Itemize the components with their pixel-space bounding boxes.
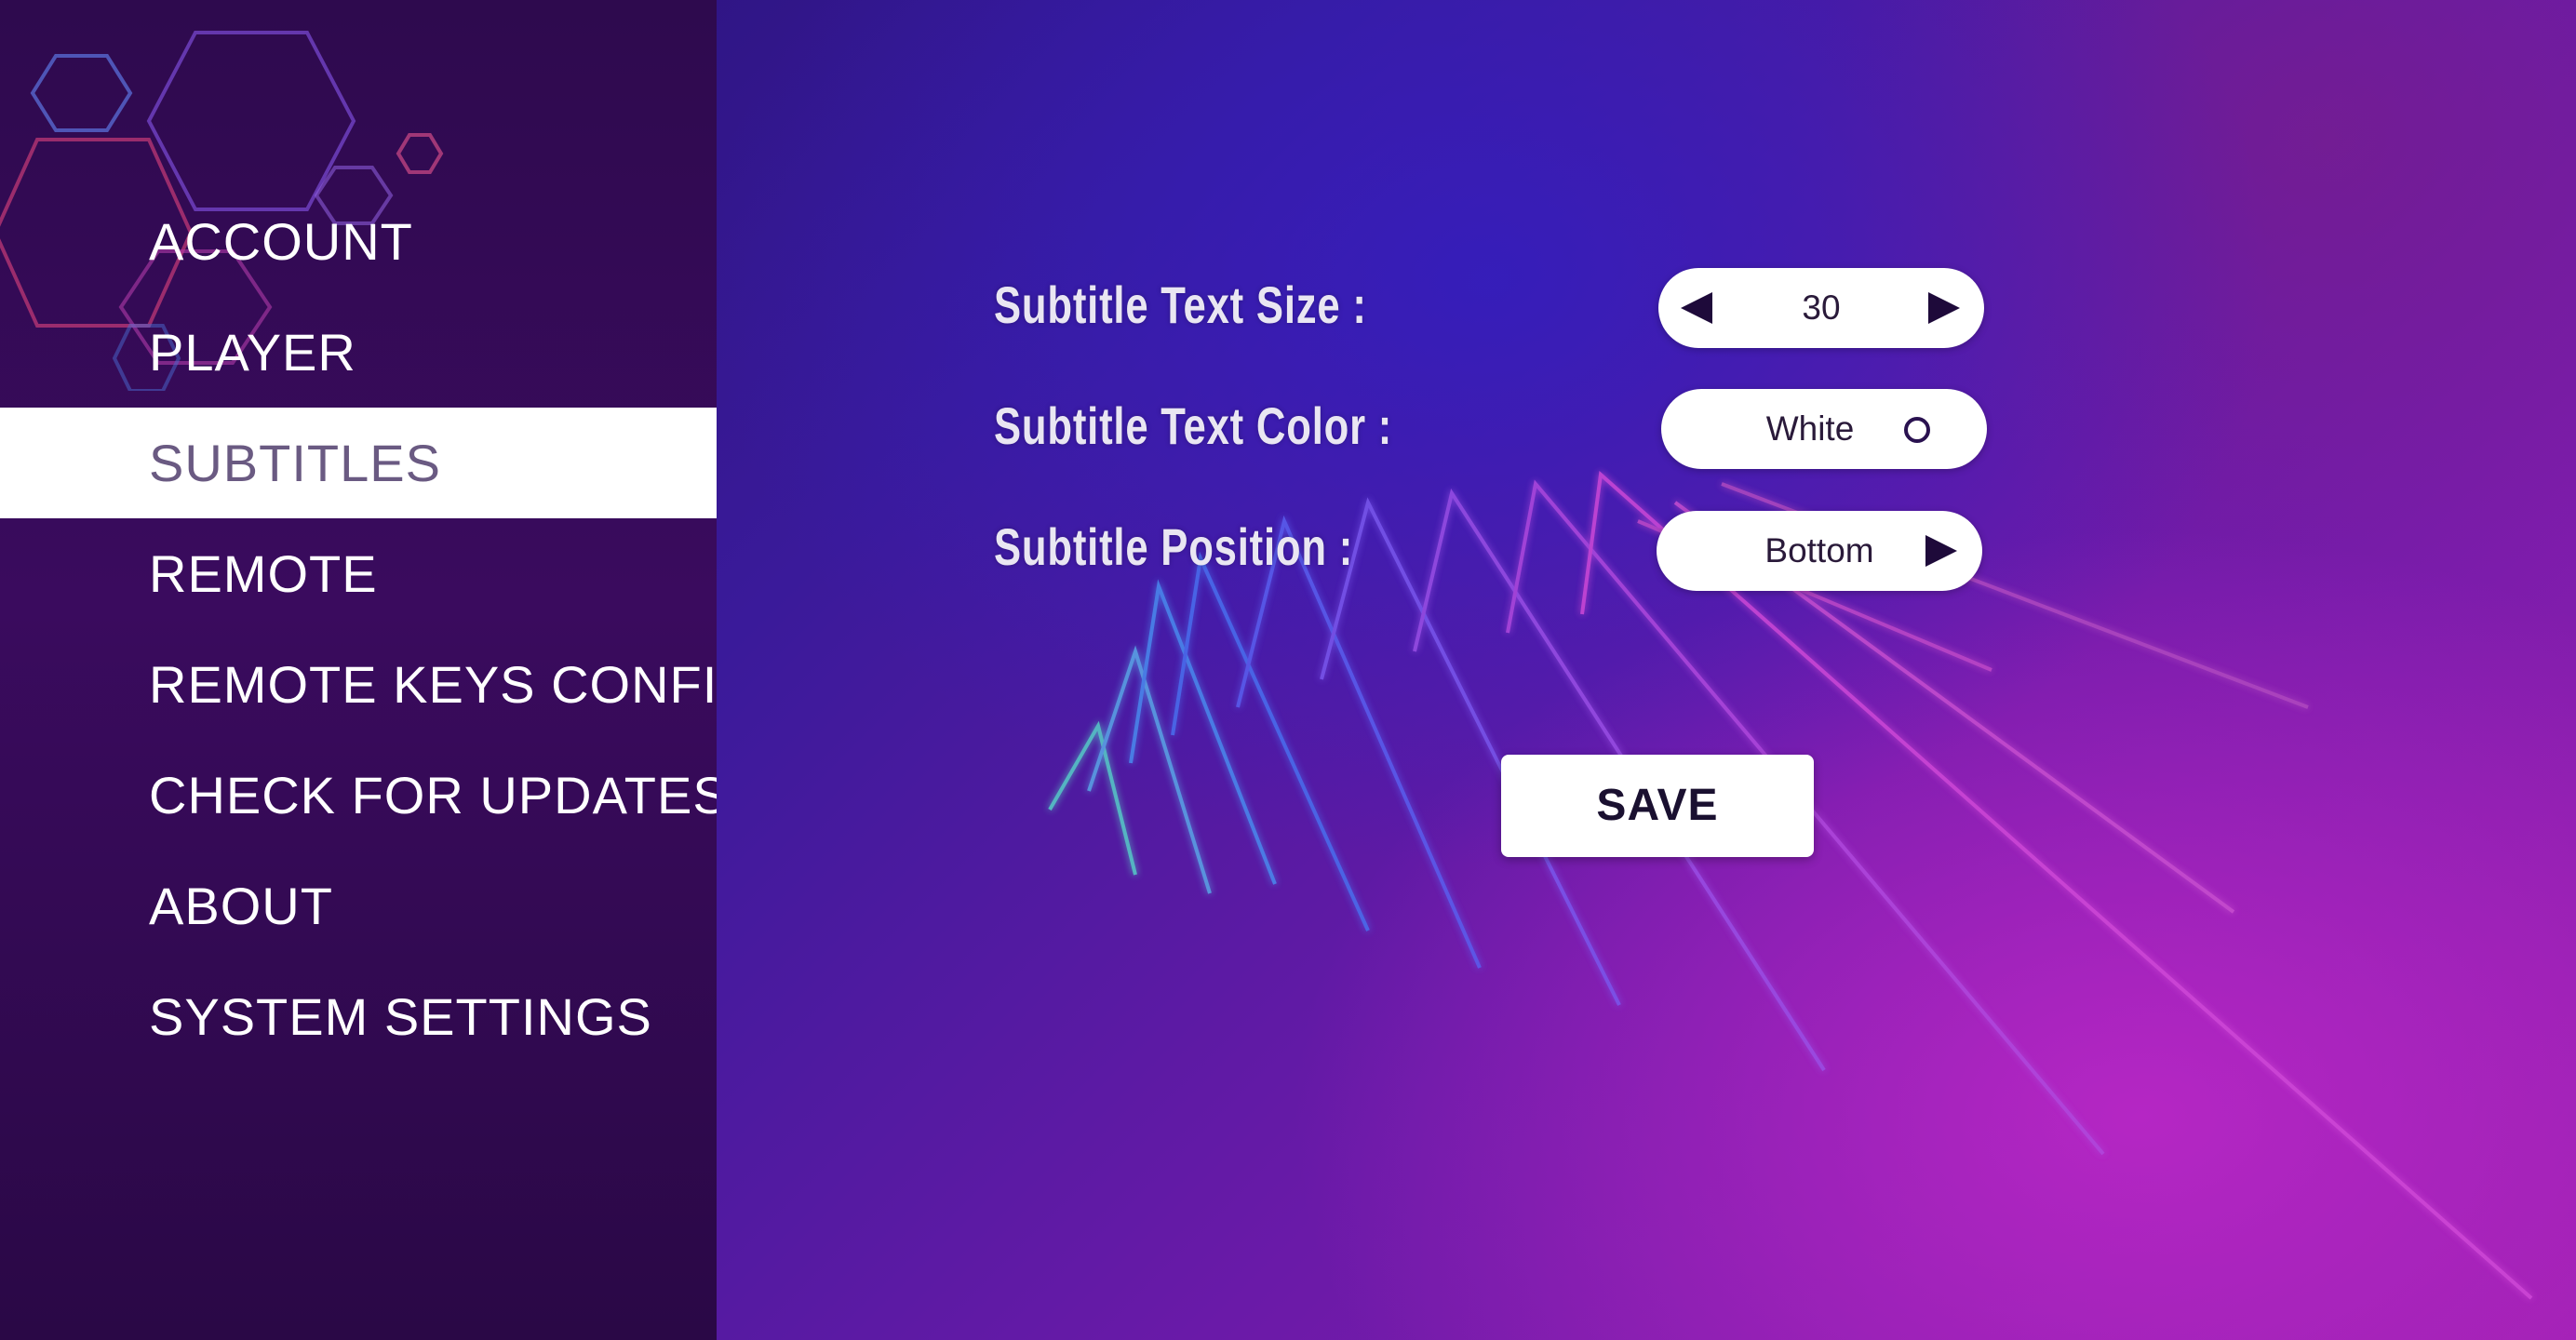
radio-circle-icon[interactable] (1904, 417, 1930, 443)
sidebar-item-remote-keys-config[interactable]: REMOTE KEYS CONFIG (0, 629, 717, 740)
sidebar-item-player[interactable]: PLAYER (0, 297, 717, 408)
sidebar-item-system-settings[interactable]: SYSTEM SETTINGS (0, 961, 717, 1072)
sidebar-item-remote[interactable]: REMOTE (0, 518, 717, 629)
arrow-left-icon[interactable] (1681, 292, 1712, 324)
subtitle-text-size-label: Subtitle Text Size : (994, 275, 1367, 334)
settings-sidebar: ACCOUNT PLAYER SUBTITLES REMOTE REMOTE K… (0, 0, 717, 1340)
subtitle-position-value: Bottom (1764, 531, 1874, 570)
sidebar-item-subtitles[interactable]: SUBTITLES (0, 408, 717, 518)
subtitle-text-color-label: Subtitle Text Color : (994, 396, 1393, 455)
sidebar-item-account[interactable]: ACCOUNT (0, 186, 717, 297)
sidebar-menu: ACCOUNT PLAYER SUBTITLES REMOTE REMOTE K… (0, 186, 717, 1072)
save-button-label: SAVE (1596, 781, 1719, 830)
subtitle-text-color-selector[interactable]: White (1661, 389, 1987, 469)
subtitle-text-color-value: White (1765, 409, 1855, 448)
settings-screen: ACCOUNT PLAYER SUBTITLES REMOTE REMOTE K… (0, 0, 2576, 1340)
subtitle-text-size-value: 30 (1802, 288, 1841, 327)
sidebar-item-check-for-updates[interactable]: CHECK FOR UPDATES (0, 740, 717, 851)
subtitle-position-label: Subtitle Position : (994, 517, 1354, 576)
arrow-right-icon[interactable] (1928, 292, 1960, 324)
subtitle-text-size-stepper[interactable]: 30 (1658, 268, 1984, 348)
subtitle-position-selector[interactable]: Bottom (1657, 511, 1982, 591)
arrow-right-icon[interactable] (1925, 535, 1957, 567)
save-button[interactable]: SAVE (1501, 755, 1814, 857)
sidebar-item-about[interactable]: ABOUT (0, 851, 717, 961)
